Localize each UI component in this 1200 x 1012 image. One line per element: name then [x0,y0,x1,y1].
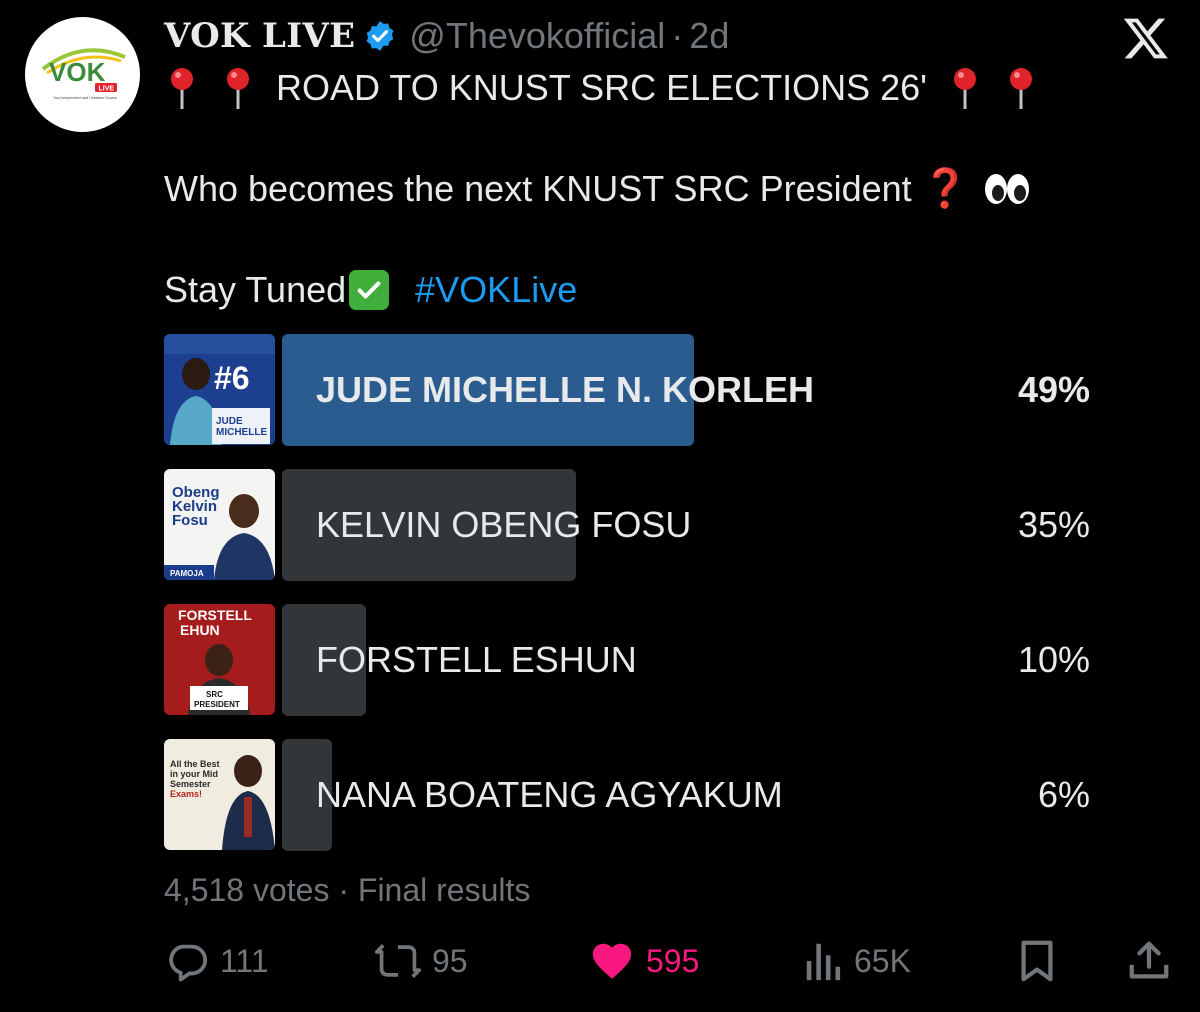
question-mark-icon: ❓ [921,168,969,210]
thumbnail-text: Exams! [170,789,202,799]
poll-meta-separator: · [338,872,349,908]
tweet-line-2: Who becomes the next KNUST SRC President… [164,165,1031,213]
avatar[interactable]: VOK LIVE Your Independent and Unbiased S… [25,17,140,132]
share-button[interactable] [1126,935,1172,987]
tweet-line-1: ROAD TO KNUST SRC ELECTIONS 26' [164,64,1039,112]
pushpin-icon [954,68,977,109]
poll-option-label: FORSTELL ESHUN [316,639,637,680]
thumbnail-text: JUDE [216,416,243,427]
eyes-icon [984,174,1029,204]
bookmark-button[interactable] [1016,935,1058,987]
poll-option-label: JUDE MICHELLE N. KORLEH [316,369,815,410]
pushpin-icon [227,68,249,109]
tweet-question: Who becomes the next KNUST SRC President [164,168,912,209]
like-count: 595 [646,942,700,979]
poll-option-percent: 10% [1017,639,1090,680]
pushpin-icon [1010,68,1033,109]
poll-option-thumbnail[interactable]: All the Best in your Mid Semester Exams! [164,739,275,850]
tweet[interactable]: VOK LIVE Your Independent and Unbiased S… [0,0,1200,1012]
reply-button[interactable]: 111 [164,935,269,987]
vok-logo-icon: VOK LIVE Your Independent and Unbiased S… [41,48,126,100]
verified-badge-icon [366,21,394,51]
poll-summary: 4,518 votes · Final results [164,872,530,909]
thumbnail-text: PRESIDENT [194,700,240,709]
poll-option-label: KELVIN OBENG FOSU [316,504,692,545]
thumbnail-text: PAMOJA [170,569,204,578]
thumbnail-text: SRC [206,690,223,699]
repost-icon [374,944,422,978]
avatar-badge-text: LIVE [99,86,115,93]
poll-option-label: NANA BOATENG AGYAKUM [316,774,783,815]
thumbnail-text: #6 [214,360,250,396]
thumbnail-text: in your Mid [170,769,218,779]
poll-option-thumbnail[interactable]: Obeng Kelvin Fosu PAMOJA [164,469,275,580]
poll-option: Obeng Kelvin Fosu PAMOJA KELVIN OBENG FO… [164,469,1094,581]
avatar-tagline: Your Independent and Unbiased Source [53,96,117,100]
heart-icon [592,943,632,979]
thumbnail-text: FORSTELL [178,607,252,623]
tweet-stay-tuned: Stay Tuned [164,269,347,310]
poll-option-thumbnail[interactable]: FORSTELL EHUN SRC PRESIDENT [164,604,275,715]
repost-count: 95 [432,942,468,979]
thumbnail-text: Fosu [172,512,208,529]
display-name[interactable]: VOK LIVE [164,16,355,56]
x-logo-icon[interactable] [1122,14,1170,62]
hashtag-link[interactable]: #VOKLive [415,269,577,311]
poll-option-percent: 6% [1037,774,1090,815]
handle[interactable]: @Thevokofficial [409,15,665,57]
views-icon [806,943,841,981]
timestamp[interactable]: 2d [689,15,729,57]
reply-icon [169,944,208,982]
avatar-logo-text: VOK [49,57,106,87]
share-icon [1129,941,1169,979]
poll-option-thumbnail[interactable]: #6 JUDE MICHELLE [164,334,275,445]
tweet-line-3: Stay Tuned #VOKLive [164,266,577,314]
thumbnail-text: Semester [170,779,211,789]
bookmark-icon [1021,940,1053,982]
pushpin-icon [171,68,193,109]
like-button[interactable]: 595 [588,935,699,987]
action-bar: 111 95 595 65K [0,935,1200,987]
poll-option-percent: 35% [1017,504,1090,545]
thumbnail-text: MICHELLE [216,427,267,438]
thumbnail-text: All the Best [170,759,220,769]
thumbnail-text: EHUN [180,622,220,638]
poll-option: All the Best in your Mid Semester Exams!… [164,739,1094,851]
poll-option: #6 JUDE MICHELLE JUDE MICHELLE N. KORLEH… [164,334,1094,446]
views-count: 65K [854,942,911,979]
poll-option: FORSTELL EHUN SRC PRESIDENT FORSTELL ESH… [164,604,1094,716]
poll-status: Final results [357,872,531,908]
check-mark-icon [349,270,390,310]
views-button[interactable]: 65K [804,935,911,987]
separator-dot: · [671,15,684,56]
poll-option-percent: 49% [1017,369,1090,410]
repost-button[interactable]: 95 [374,935,468,987]
tweet-header: VOK LIVE @Thevokofficial · 2d [164,14,729,58]
poll-vote-count: 4,518 votes [164,872,330,908]
tweet-headline: ROAD TO KNUST SRC ELECTIONS 26' [276,67,928,108]
reply-count: 111 [220,942,269,979]
